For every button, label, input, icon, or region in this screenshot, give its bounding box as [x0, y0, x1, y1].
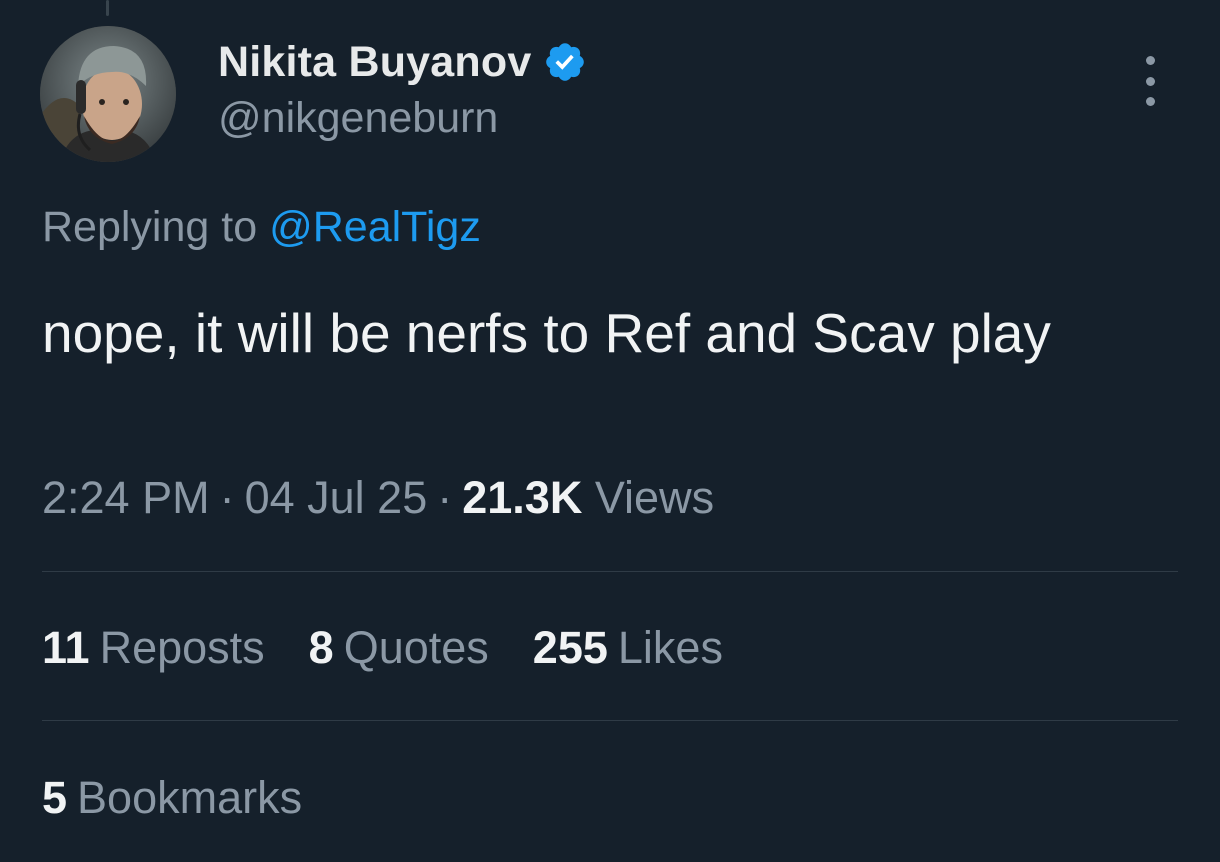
quotes-stat[interactable]: 8 Quotes [309, 622, 489, 674]
likes-count: 255 [532, 622, 608, 673]
tweet-date[interactable]: 04 Jul 25 [245, 472, 428, 523]
bookmarks-count: 5 [42, 772, 68, 823]
reposts-label: Reposts [99, 622, 265, 673]
tweet-header: Nikita Buyanov @nikgeneburn [40, 26, 1180, 166]
more-dot [1145, 76, 1155, 86]
reposts-count: 11 [42, 622, 90, 673]
more-dot [1145, 97, 1155, 106]
quotes-label: Quotes [343, 622, 489, 673]
avatar-photo-icon [40, 26, 176, 162]
tweet-time[interactable]: 2:24 PM [42, 472, 210, 523]
likes-stat[interactable]: 255 Likes [533, 622, 723, 674]
author-info: Nikita Buyanov @nikgeneburn [218, 36, 587, 143]
bookmarks-label: Bookmarks [77, 772, 303, 823]
reply-mention-link[interactable]: @RealTigz [269, 203, 481, 251]
author-handle[interactable]: @nikgeneburn [218, 94, 587, 143]
tweet-text: nope, it will be nerfs to Ref and Scav p… [42, 302, 1051, 364]
reposts-stat[interactable]: 11 Reposts [42, 622, 265, 674]
display-name-row: Nikita Buyanov [218, 36, 587, 88]
divider [42, 571, 1178, 572]
views-label: Views [594, 472, 715, 523]
tweet-meta: 2:24 PM · 04 Jul 25 · 21.3K Views [42, 472, 714, 524]
thread-connector-line [106, 0, 109, 16]
more-options-icon[interactable] [1138, 56, 1162, 106]
meta-separator: · [437, 472, 453, 523]
bookmarks-stat[interactable]: 5 Bookmarks [42, 772, 302, 824]
replying-to-label: Replying to [42, 203, 258, 251]
divider [42, 720, 1178, 721]
engagement-stats: 11 Reposts 8 Quotes 255 Likes [42, 622, 767, 674]
likes-label: Likes [617, 622, 723, 673]
replying-to: Replying to @RealTigz [42, 203, 481, 252]
verified-badge-icon[interactable] [543, 40, 587, 84]
avatar[interactable] [40, 26, 176, 162]
views-count: 21.3K [462, 472, 583, 523]
meta-separator: · [219, 472, 235, 523]
author-display-name[interactable]: Nikita Buyanov [218, 38, 531, 87]
quotes-count: 8 [308, 622, 334, 673]
more-dot [1145, 56, 1155, 65]
